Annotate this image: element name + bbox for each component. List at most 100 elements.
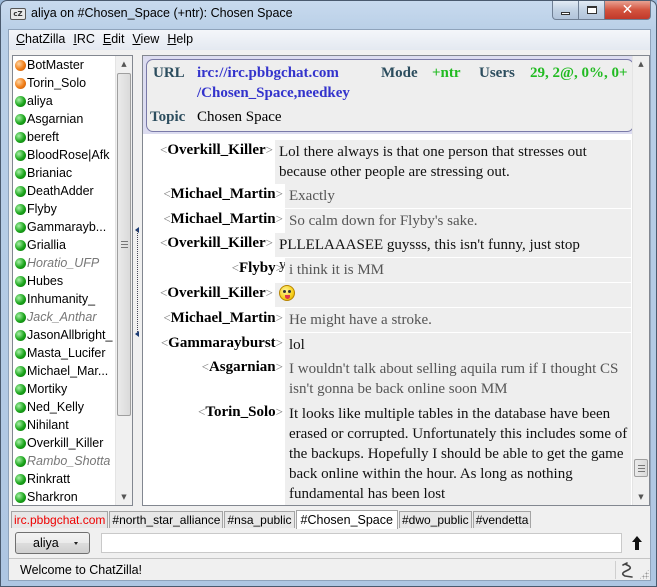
- message-nick[interactable]: <Michael_Martin>: [143, 211, 283, 228]
- chat-message: <Michael_Martin> So calm down for Flyby's…: [143, 209, 634, 233]
- voice-status-icon: [15, 239, 26, 251]
- window-title: aliya on #Chosen_Space (+ntr): Chosen Sp…: [31, 6, 293, 20]
- voice-status-icon: [15, 347, 26, 359]
- voice-status-icon: [15, 419, 26, 431]
- user-name: Ned_Kelly: [27, 400, 84, 414]
- message-nick[interactable]: <Michael_Martin>: [143, 310, 283, 327]
- user-name: BotMaster: [27, 58, 84, 72]
- voice-status-icon: [15, 383, 26, 395]
- user-name: Sharkron: [27, 490, 78, 504]
- voice-status-icon: [15, 473, 26, 485]
- nickname-label: aliya: [33, 536, 59, 550]
- title-bar[interactable]: cZ aliya on #Chosen_Space (+ntr): Chosen…: [1, 1, 656, 29]
- scrollbar-thumb[interactable]: [634, 459, 648, 477]
- chatzilla-window: cZ aliya on #Chosen_Space (+ntr): Chosen…: [0, 0, 657, 587]
- voice-status-icon: [15, 131, 26, 143]
- user-name: Inhumanity_: [27, 292, 96, 306]
- tab-bar: irc.pbbgchat.com #north_star_alliance #nsa…: [11, 510, 650, 529]
- user-list-scrollbar[interactable]: ▲ ▼: [115, 56, 132, 505]
- users-value: 29, 2@, 0%, 0+: [530, 65, 628, 81]
- chat-scrollbar[interactable]: ▲ ▼: [632, 56, 649, 505]
- voice-status-icon: [15, 455, 26, 467]
- scroll-down-arrow-icon[interactable]: ▼: [116, 489, 132, 505]
- voice-status-icon: [15, 275, 26, 287]
- resize-grip-icon[interactable]: [639, 569, 649, 579]
- message-nick[interactable]: <Michael_Martin>: [143, 186, 283, 203]
- chat-message: <Gammarayburst> lol: [143, 333, 634, 357]
- status-bar: Welcome to ChatZilla!: [9, 558, 650, 580]
- message-text: [275, 283, 631, 307]
- voice-status-icon: [15, 113, 26, 125]
- maximize-icon: [586, 6, 597, 14]
- tab-irc-pbbgchat-com[interactable]: irc.pbbgchat.com: [11, 511, 109, 528]
- message-nick[interactable]: <Overkill_Killer>: [143, 235, 273, 252]
- message-nick[interactable]: <Overkill_Killer>: [143, 142, 273, 159]
- collapse-left-arrow-icon[interactable]: [135, 331, 139, 337]
- channel-url-line2[interactable]: /Chosen_Space,needkey: [197, 85, 350, 102]
- grip-icon: [120, 241, 128, 248]
- tab-north-star-alliance[interactable]: #north_star_alliance: [109, 511, 224, 528]
- message-nick[interactable]: <Overkill_Killer>: [143, 285, 273, 302]
- scroll-down-arrow-icon[interactable]: ▼: [633, 489, 649, 505]
- user-name: Rambo_Shotta: [27, 454, 111, 468]
- user-name: Asgarnian: [27, 112, 84, 126]
- chat-message: <Overkill_Killer>: [143, 283, 634, 307]
- user-name: JasonAllbright_: [27, 328, 113, 342]
- voice-status-icon: [15, 311, 26, 323]
- topic-value[interactable]: Chosen Space: [197, 109, 282, 126]
- operator-status-icon: [15, 59, 26, 71]
- channel-header: URL irc://irc.pbbgchat.com /Chosen_Space…: [146, 59, 634, 132]
- menu-help[interactable]: Help: [164, 30, 198, 50]
- chat-message: <Overkill_Killer> Lol there always is tha…: [143, 140, 634, 184]
- user-name: aliya: [27, 94, 53, 108]
- url-label: URL: [153, 65, 185, 81]
- message-nick[interactable]: <Flyby>: [143, 260, 283, 277]
- voice-status-icon: [15, 95, 26, 107]
- menu-chatzilla[interactable]: ChatZilla: [13, 30, 70, 50]
- message-text: He might have a stroke.: [285, 308, 631, 332]
- menu-edit[interactable]: Edit: [100, 30, 130, 50]
- user-name: Nihilant: [27, 418, 69, 432]
- chat-message: <Michael_Martin> He might have a stroke.: [143, 308, 634, 332]
- message-text: lol: [285, 333, 631, 357]
- pane-splitter[interactable]: [135, 55, 142, 506]
- users-label: Users: [479, 65, 515, 81]
- scrollbar-thumb[interactable]: [117, 73, 131, 416]
- message-nick[interactable]: <Gammarayburst>: [143, 335, 283, 352]
- voice-status-icon: [15, 149, 26, 161]
- message-input[interactable]: [101, 533, 622, 553]
- nickname-button[interactable]: aliya: [15, 532, 90, 554]
- chat-message: <Michael_Martin> Exactly: [143, 184, 634, 208]
- voice-status-icon: [15, 437, 26, 449]
- menu-irc[interactable]: IRC: [70, 30, 100, 50]
- maximize-button[interactable]: [579, 1, 605, 20]
- scroll-up-arrow-icon[interactable]: ▲: [633, 56, 649, 72]
- menu-bar: ChatZilla IRC Edit View Help: [9, 30, 650, 50]
- user-list[interactable]: BotMaster Torin_Solo aliya Asgarnian bereft B…: [12, 55, 133, 506]
- user-name: Masta_Lucifer: [27, 346, 106, 360]
- message-nick[interactable]: <Torin_Solo>: [143, 404, 283, 421]
- menu-view[interactable]: View: [129, 30, 164, 50]
- minimize-button[interactable]: [552, 1, 579, 20]
- voice-status-icon: [15, 491, 26, 503]
- channel-url[interactable]: irc://irc.pbbgchat.com: [197, 65, 339, 82]
- user-name: DeathAdder: [27, 184, 94, 198]
- message-nick[interactable]: <Asgarnian>: [143, 359, 283, 376]
- voice-status-icon: [15, 401, 26, 413]
- grip-icon: [637, 464, 645, 472]
- message-text: I wouldn't talk about selling aquila rum…: [285, 357, 631, 402]
- user-name: BloodRose|Afk: [27, 148, 110, 162]
- tab-vendetta[interactable]: #vendetta: [472, 511, 532, 528]
- tab-chosen-space[interactable]: #Chosen_Space: [295, 510, 398, 529]
- tab-dwo-public[interactable]: #dwo_public: [398, 511, 472, 528]
- scroll-up-arrow-icon[interactable]: ▲: [116, 56, 132, 72]
- user-name: Overkill_Killer: [27, 436, 104, 450]
- tab-nsa-public[interactable]: #nsa_public: [224, 511, 295, 528]
- chat-message: <Asgarnian> I wouldn't talk about selling…: [143, 357, 634, 402]
- multiline-toggle-arrow-icon[interactable]: [632, 536, 642, 550]
- user-name: Michael_Mar...: [27, 364, 109, 378]
- message-text: Exactly: [285, 184, 631, 208]
- close-button[interactable]: ✕: [605, 1, 651, 20]
- voice-status-icon: [15, 365, 26, 377]
- topic-label: Topic: [150, 109, 186, 125]
